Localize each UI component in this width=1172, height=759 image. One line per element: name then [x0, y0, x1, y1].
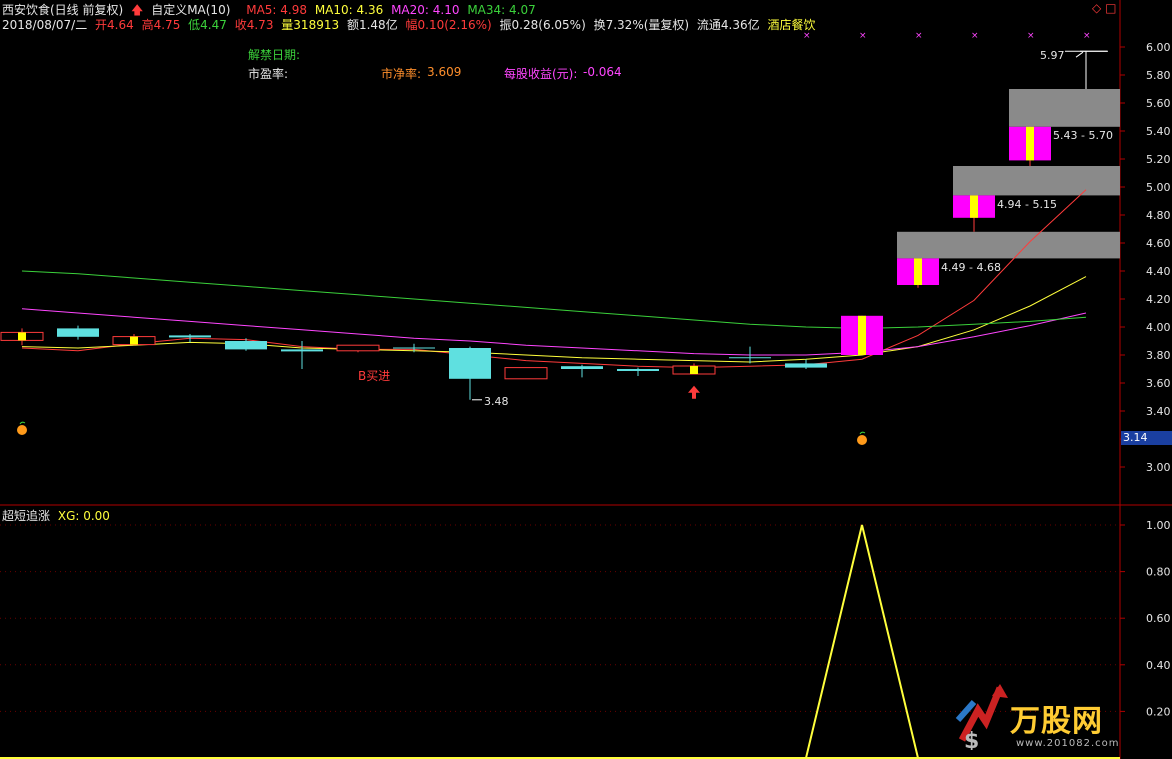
y-tick-label: 3.00 — [1146, 461, 1171, 474]
chart-header-line-2: 2018/08/07/二 开4.64 高4.75 低4.47 收4.73 量31… — [2, 16, 820, 33]
candle-body — [617, 369, 659, 371]
ma20-value: MA20: 4.10 — [391, 3, 460, 17]
y-tick-label: 0.40 — [1146, 659, 1171, 672]
y-tick-label: 0.60 — [1146, 612, 1171, 625]
candle-highlight — [690, 366, 698, 374]
indicator-name[interactable]: 自定义MA(10) — [151, 3, 230, 17]
quote-float: 流通4.36亿 — [696, 18, 760, 32]
candle-highlight — [1026, 126, 1034, 161]
eps-value: -0.064 — [583, 65, 622, 79]
orange-fruit-icon — [17, 425, 27, 435]
quote-open: 开4.64 — [95, 18, 134, 32]
candle-highlight — [858, 315, 866, 355]
gap-box — [1009, 89, 1120, 127]
candle-body — [561, 366, 603, 369]
candle-highlight — [18, 332, 26, 341]
high-price-label: 5.97 — [1040, 49, 1065, 62]
eps-label: 每股收益(元): — [504, 67, 578, 81]
fruit-leaf-icon — [19, 421, 26, 425]
ma34-value: MA34: 4.07 — [467, 3, 536, 17]
y-tick-label: 5.40 — [1146, 125, 1171, 138]
gap-label-2: 4.94 - 5.15 — [997, 198, 1057, 211]
lower-panel-header: 超短追涨 XG: 0.00 — [2, 507, 110, 524]
y-tick-label: 5.20 — [1146, 153, 1171, 166]
logo-arrow-icon: $ — [955, 684, 1008, 750]
y-tick-label: 0.20 — [1146, 705, 1171, 718]
candle-body — [57, 328, 99, 337]
fruit-leaf-icon — [859, 431, 866, 435]
y-tick-label: 3.80 — [1146, 349, 1171, 362]
window-controls: ◇ □ — [1092, 1, 1116, 15]
ma5-value: MA5: 4.98 — [246, 3, 307, 17]
signal-x-marker: × — [859, 31, 867, 41]
kline-chart-canvas[interactable]: 3.003.203.403.603.804.004.204.404.604.80… — [0, 0, 1172, 759]
pb-value: 3.609 — [427, 65, 462, 79]
y-tick-label: 4.40 — [1146, 265, 1171, 278]
signal-x-marker: × — [1083, 31, 1091, 41]
quote-change: 幅0.10(2.16%) — [405, 18, 492, 32]
quote-amount: 额1.48亿 — [346, 18, 398, 32]
signal-x-marker: × — [1027, 31, 1035, 41]
gap-label-1: 4.49 - 4.68 — [941, 261, 1001, 274]
quote-high: 高4.75 — [141, 18, 181, 32]
y-tick-label: 0.80 — [1146, 566, 1171, 579]
quote-industry: 酒店餐饮 — [767, 18, 816, 32]
candle-highlight — [130, 336, 138, 345]
quote-low: 低4.47 — [188, 18, 227, 32]
signal-x-marker: × — [971, 31, 979, 41]
xg-value: XG: 0.00 — [57, 509, 110, 523]
candle-highlight — [914, 258, 922, 285]
square-icon[interactable]: □ — [1105, 1, 1116, 15]
ma-line-ma10 — [21, 276, 1087, 363]
candle-body — [225, 341, 267, 350]
y-tick-label: 1.00 — [1146, 519, 1171, 532]
candle-body — [169, 335, 211, 338]
candle-body — [281, 349, 323, 352]
high-mark-arrow — [1075, 51, 1084, 58]
gap-label-3: 5.43 - 5.70 — [1053, 129, 1113, 142]
buy-signal-label: B买进 — [358, 369, 391, 383]
gap-box — [953, 166, 1120, 196]
candle-body — [785, 363, 827, 368]
y-tick-label: 4.20 — [1146, 293, 1171, 306]
up-arrow-icon: 🡅 — [131, 3, 144, 17]
y-tick-label: 5.80 — [1146, 69, 1171, 82]
y-tick-label: 6.00 — [1146, 41, 1171, 54]
y-tick-label: 5.00 — [1146, 181, 1171, 194]
candle-body — [449, 348, 491, 379]
y-tick-label: 3.60 — [1146, 377, 1171, 390]
quote-amplitude: 振0.28(6.05%) — [499, 18, 586, 32]
pe-label: 市盈率: — [248, 67, 289, 81]
unlock-date-label: 解禁日期: — [248, 48, 301, 62]
signal-x-marker: × — [915, 31, 923, 41]
svg-text:$: $ — [964, 729, 979, 750]
buy-arrow-icon — [688, 385, 700, 399]
pb-label: 市净率: — [381, 67, 422, 81]
gap-box — [897, 231, 1120, 259]
ma-line-ma20 — [21, 308, 1087, 356]
current-price-tag: 3.14 — [1121, 431, 1172, 445]
y-tick-label: 4.60 — [1146, 237, 1171, 250]
stock-name[interactable]: 西安饮食(日线 前复权) — [2, 3, 123, 17]
orange-fruit-icon — [857, 435, 867, 445]
diamond-icon[interactable]: ◇ — [1092, 1, 1101, 15]
y-tick-label: 4.80 — [1146, 209, 1171, 222]
quote-date: 2018/08/07/二 — [2, 18, 88, 32]
y-tick-label: 4.00 — [1146, 321, 1171, 334]
logo-url: www.201082.com — [1016, 738, 1120, 749]
quote-close: 收4.73 — [234, 18, 274, 32]
candle-body — [336, 344, 380, 352]
lower-panel-title[interactable]: 超短追涨 — [2, 509, 50, 523]
y-tick-label: 3.40 — [1146, 405, 1171, 418]
candle-highlight — [970, 195, 978, 218]
low-price-label: 3.48 — [484, 395, 509, 408]
ma10-value: MA10: 4.36 — [314, 3, 384, 17]
logo-text: 万股网 — [1010, 704, 1103, 739]
candle-body — [504, 367, 548, 380]
quote-volume: 量318913 — [281, 18, 340, 32]
quote-turnover: 换7.32%(量复权) — [593, 18, 690, 32]
y-tick-label: 5.60 — [1146, 97, 1171, 110]
